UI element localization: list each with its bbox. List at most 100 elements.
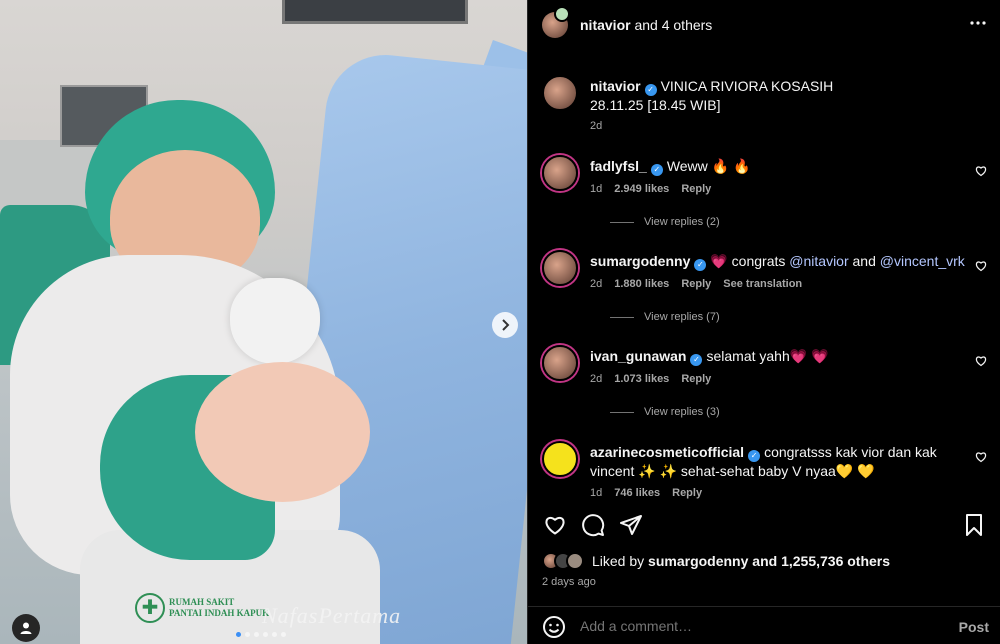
bookmark-icon (966, 514, 982, 536)
post-panel: nitavior and 4 others nitavior ✓ VINICA RI… (527, 0, 1000, 644)
like-comment-button[interactable] (975, 165, 987, 180)
post-comment-button[interactable]: Post (959, 619, 989, 635)
post-timestamp[interactable]: 2 days ago (542, 576, 596, 588)
verified-icon: ✓ (644, 84, 657, 96)
caption-avatar[interactable] (542, 75, 578, 111)
comment-body: azarinecosmeticofficial ✓ congratsss kak v… (590, 443, 970, 480)
comment-username[interactable]: sumargodenny (590, 253, 690, 269)
heart-outline-icon (975, 452, 987, 463)
like-button[interactable] (542, 512, 568, 538)
carousel-dot (263, 632, 268, 637)
liked-by-user[interactable]: sumargodenny (648, 553, 748, 569)
comment-likes[interactable]: 2.949 likes (614, 183, 669, 195)
comment-icon (582, 514, 605, 537)
commenter-avatar[interactable] (542, 441, 578, 477)
view-replies-button[interactable]: View replies (7) (610, 311, 720, 323)
verified-icon: ✓ (694, 259, 707, 271)
verified-icon: ✓ (690, 354, 703, 366)
comment-meta: 1d 746 likes Reply (590, 487, 702, 499)
like-comment-button[interactable] (975, 355, 987, 370)
comment-body: ivan_gunawan ✓ selamat yahh💗 💗 (590, 347, 970, 366)
coauthors-link[interactable]: and 4 others (634, 17, 712, 33)
liker-avatar[interactable] (566, 552, 584, 570)
emoji-button[interactable] (542, 615, 566, 639)
heart-icon (545, 517, 565, 535)
commenter-avatar[interactable] (542, 155, 578, 191)
divider (610, 316, 634, 318)
caption-username[interactable]: nitavior (590, 78, 641, 94)
verified-icon: ✓ (748, 450, 761, 462)
caption-text: VINICA RIVIORA KOSASIH (660, 78, 834, 94)
caption-meta: 2d (590, 120, 602, 132)
comment-text: selamat yahh💗 💗 (706, 348, 829, 364)
comment-meta: 2d 1.073 likes Reply (590, 373, 711, 385)
divider (610, 411, 634, 413)
view-replies-button[interactable]: View replies (2) (610, 216, 720, 228)
monitor (282, 0, 468, 24)
likes-summary: Liked by sumargodenny and 1,255,736 othe… (542, 552, 890, 570)
liked-by-label: Liked by (592, 553, 645, 569)
carousel-dot (245, 632, 250, 637)
like-comment-button[interactable] (975, 260, 987, 275)
user-icon (20, 622, 32, 634)
author-avatar[interactable] (542, 6, 570, 38)
commenter-avatar[interactable] (542, 250, 578, 286)
view-replies-button[interactable]: View replies (3) (610, 406, 720, 418)
comment-meta: 2d 1.880 likes Reply See translation (590, 278, 802, 290)
comment-likes[interactable]: 1.073 likes (614, 373, 669, 385)
author-username[interactable]: nitavior (580, 17, 631, 33)
comment: fadlyfsl_ ✓ Weww 🔥 🔥 1d 2.949 likes Reply … (542, 155, 987, 235)
comment-username[interactable]: azarinecosmeticofficial (590, 444, 744, 460)
tagged-users-button[interactable] (12, 614, 40, 642)
more-options-button[interactable] (969, 14, 987, 37)
chevron-right-icon (502, 319, 510, 331)
liked-others[interactable]: and 1,255,736 others (752, 553, 890, 569)
caption-body: nitavior ✓ VINICA RIVIORA KOSASIH 28.11.25… (590, 77, 970, 114)
watermark-signature: NafasPertama (262, 603, 402, 628)
comment-composer: Post (528, 606, 1000, 644)
more-horizontal-icon (970, 21, 986, 25)
caption: nitavior ✓ VINICA RIVIORA KOSASIH 28.11.25… (542, 75, 987, 135)
comment-username[interactable]: ivan_gunawan (590, 348, 686, 364)
caption-line-2: 28.11.25 [18.45 WIB] (590, 97, 721, 113)
emoji-icon (543, 616, 565, 638)
comment-body: fadlyfsl_ ✓ Weww 🔥 🔥 (590, 157, 970, 176)
heart-outline-icon (975, 261, 987, 272)
next-slide-button[interactable] (492, 312, 518, 338)
comment: azarinecosmeticofficial ✓ congratsss kak v… (542, 441, 987, 501)
author-line: nitavior and 4 others (580, 17, 712, 33)
reply-button[interactable]: Reply (672, 487, 702, 499)
mention-link[interactable]: @vincent_vrk (880, 253, 965, 269)
comment-time: 2d (590, 278, 603, 290)
comment-text: Weww 🔥 🔥 (666, 158, 751, 174)
reply-button[interactable]: Reply (681, 373, 711, 385)
coauthor-badge (554, 6, 570, 22)
reply-button[interactable]: Reply (681, 278, 711, 290)
share-button[interactable] (618, 512, 644, 538)
comment-text-mid: and (848, 253, 880, 269)
carousel-dot (254, 632, 259, 637)
commenter-avatar[interactable] (542, 345, 578, 381)
post-media[interactable]: ✚ RUMAH SAKIT PANTAI INDAH KAPUK NafasPe… (0, 0, 527, 644)
reply-button[interactable]: Reply (681, 183, 711, 195)
like-comment-button[interactable] (975, 451, 987, 466)
action-bar (542, 512, 987, 542)
mention-link[interactable]: @nitavior (789, 253, 848, 269)
caption-time: 2d (590, 120, 603, 132)
comment-time: 1d (590, 183, 603, 195)
save-button[interactable] (961, 512, 987, 538)
comment-time: 2d (590, 373, 603, 385)
comment-username[interactable]: fadlyfsl_ (590, 158, 647, 174)
heart-outline-icon (975, 166, 987, 177)
comment-body: sumargodenny ✓ 💗 congrats @nitavior and @v… (590, 252, 970, 271)
see-translation-button[interactable]: See translation (723, 278, 802, 290)
view-replies-label: View replies (7) (644, 311, 720, 323)
comment-likes[interactable]: 1.880 likes (614, 278, 669, 290)
liker-avatars (542, 552, 584, 570)
comment-likes[interactable]: 746 likes (614, 487, 660, 499)
logo-line-1: RUMAH SAKIT (169, 597, 235, 607)
comment: sumargodenny ✓ 💗 congrats @nitavior and @v… (542, 250, 987, 330)
comment-button[interactable] (580, 512, 606, 538)
comment-input[interactable] (580, 618, 920, 634)
comment-meta: 1d 2.949 likes Reply (590, 183, 711, 195)
